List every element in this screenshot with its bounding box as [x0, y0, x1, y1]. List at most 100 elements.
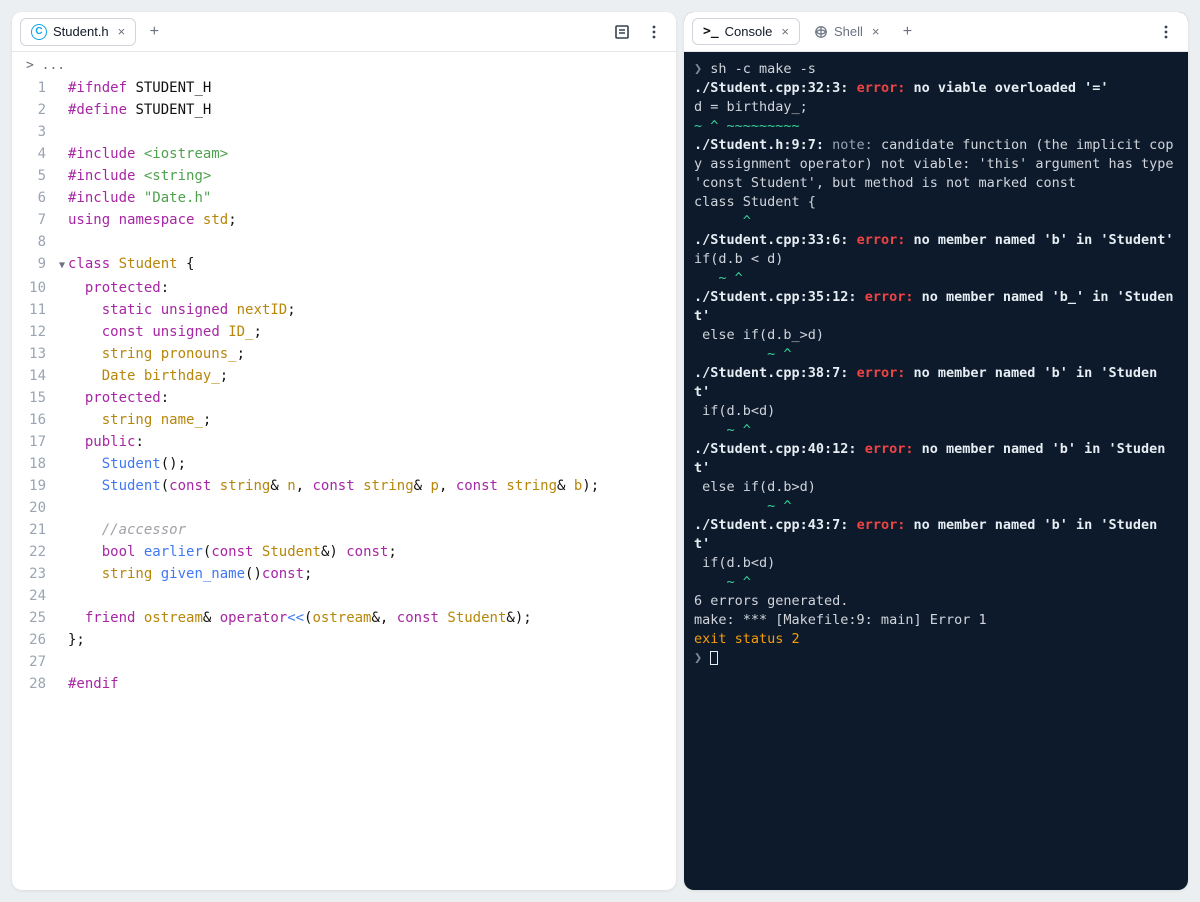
line-number: 2 — [12, 99, 56, 121]
code-line[interactable]: 28#endif — [12, 673, 676, 695]
code-line[interactable]: 21 //accessor — [12, 519, 676, 541]
add-tab-button[interactable]: + — [140, 18, 168, 46]
line-number: 8 — [12, 231, 56, 253]
console-line: ~ ^ ~~~~~~~~~ — [694, 117, 1178, 136]
code-content: protected: — [68, 387, 676, 409]
console-line: ./Student.h:9:7: note: candidate functio… — [694, 136, 1178, 193]
code-line[interactable]: 14 Date birthday_; — [12, 365, 676, 387]
code-line[interactable]: 6 #include "Date.h" — [12, 187, 676, 209]
line-number: 25 — [12, 607, 56, 629]
console-line: exit status 2 — [694, 630, 1178, 649]
code-content: #include <iostream> — [68, 143, 676, 165]
line-number: 6 — [12, 187, 56, 209]
close-icon[interactable]: × — [872, 24, 880, 39]
more-icon[interactable] — [640, 18, 668, 46]
code-line[interactable]: 27 — [12, 651, 676, 673]
line-number: 15 — [12, 387, 56, 409]
code-content: using namespace std; — [68, 209, 676, 231]
code-line[interactable]: 22 bool earlier(const Student&) const; — [12, 541, 676, 563]
fold-icon[interactable]: ▼ — [56, 255, 68, 277]
code-line[interactable]: 25 friend ostream& operator<<(ostream&, … — [12, 607, 676, 629]
code-content: const unsigned ID_; — [68, 321, 676, 343]
code-line[interactable]: 4#include <iostream> — [12, 143, 676, 165]
line-number: 18 — [12, 453, 56, 475]
code-content: friend ostream& operator<<(ostream&, con… — [68, 607, 676, 629]
code-line[interactable]: 18 Student(); — [12, 453, 676, 475]
breadcrumb[interactable]: > ... — [12, 52, 676, 75]
line-number: 23 — [12, 563, 56, 585]
tab-console[interactable]: >_ Console × — [692, 18, 800, 45]
line-number: 19 — [12, 475, 56, 497]
console-line: ./Student.cpp:35:12: error: no member na… — [694, 288, 1178, 326]
add-tab-button[interactable]: + — [893, 18, 921, 46]
code-content: string given_name()const; — [68, 563, 676, 585]
code-content: #include "Date.h" — [68, 187, 676, 209]
more-icon[interactable] — [1152, 18, 1180, 46]
code-content: //accessor — [68, 519, 676, 541]
console-line: ^ — [694, 212, 1178, 231]
console-line: ~ ^ — [694, 345, 1178, 364]
code-content: string pronouns_; — [68, 343, 676, 365]
code-line[interactable]: 5#include <string> — [12, 165, 676, 187]
tab-label: Shell — [834, 24, 863, 39]
code-line[interactable]: 9▼class Student { — [12, 253, 676, 277]
console-tabbar: >_ Console × Shell × + — [684, 12, 1188, 52]
line-number: 11 — [12, 299, 56, 321]
code-line[interactable]: 13 string pronouns_; — [12, 343, 676, 365]
console-line: ~ ^ — [694, 573, 1178, 592]
code-line[interactable]: 3 — [12, 121, 676, 143]
code-line[interactable]: 24 — [12, 585, 676, 607]
code-line[interactable]: 16 string name_; — [12, 409, 676, 431]
line-number: 21 — [12, 519, 56, 541]
line-number: 20 — [12, 497, 56, 519]
line-number: 10 — [12, 277, 56, 299]
code-line[interactable]: 8 — [12, 231, 676, 253]
code-content: Student(const string& n, const string& p… — [68, 475, 676, 497]
console-line: d = birthday_; — [694, 98, 1178, 117]
console-line: t' — [694, 383, 1178, 402]
code-line[interactable]: 2#define STUDENT_H — [12, 99, 676, 121]
editor-panel: C Student.h × + > ... 1#ifndef STUDENT_H… — [12, 12, 676, 890]
format-icon[interactable] — [608, 18, 636, 46]
code-content: #ifndef STUDENT_H — [68, 77, 676, 99]
code-line[interactable]: 7 using namespace std; — [12, 209, 676, 231]
code-content: protected: — [68, 277, 676, 299]
code-line[interactable]: 23 string given_name()const; — [12, 563, 676, 585]
code-line[interactable]: 20 — [12, 497, 676, 519]
line-number: 28 — [12, 673, 56, 695]
close-icon[interactable]: × — [118, 24, 126, 39]
code-line[interactable]: 11 static unsigned nextID; — [12, 299, 676, 321]
console-panel: >_ Console × Shell × + ❯ sh -c make -s./… — [684, 12, 1188, 890]
code-line[interactable]: 19 Student(const string& n, const string… — [12, 475, 676, 497]
code-content: string name_; — [68, 409, 676, 431]
line-number: 16 — [12, 409, 56, 431]
code-line[interactable]: 17 public: — [12, 431, 676, 453]
console-line: ./Student.cpp:43:7: error: no member nam… — [694, 516, 1178, 535]
terminal-icon: >_ — [703, 24, 719, 39]
code-line[interactable]: 26}; — [12, 629, 676, 651]
tab-label: Student.h — [53, 24, 109, 39]
code-line[interactable]: 10 protected: — [12, 277, 676, 299]
code-content: class Student { — [68, 253, 676, 275]
code-editor[interactable]: 1#ifndef STUDENT_H2#define STUDENT_H34#i… — [12, 75, 676, 890]
code-content: bool earlier(const Student&) const; — [68, 541, 676, 563]
line-number: 7 — [12, 209, 56, 231]
code-line[interactable]: 1#ifndef STUDENT_H — [12, 77, 676, 99]
code-content: }; — [68, 629, 676, 651]
line-number: 14 — [12, 365, 56, 387]
console-line: ./Student.cpp:38:7: error: no member nam… — [694, 364, 1178, 383]
code-line[interactable]: 15 protected: — [12, 387, 676, 409]
code-line[interactable]: 12 const unsigned ID_; — [12, 321, 676, 343]
console-line: else if(d.b>d) — [694, 478, 1178, 497]
line-number: 13 — [12, 343, 56, 365]
code-content: static unsigned nextID; — [68, 299, 676, 321]
console-line: ~ ^ — [694, 269, 1178, 288]
line-number: 17 — [12, 431, 56, 453]
tab-shell[interactable]: Shell × — [804, 19, 890, 44]
close-icon[interactable]: × — [781, 24, 789, 39]
line-number: 27 — [12, 651, 56, 673]
tab-file-student-h[interactable]: C Student.h × — [20, 18, 136, 46]
console-line: t' — [694, 535, 1178, 554]
console-line: ./Student.cpp:32:3: error: no viable ove… — [694, 79, 1178, 98]
console-output[interactable]: ❯ sh -c make -s./Student.cpp:32:3: error… — [684, 52, 1188, 890]
